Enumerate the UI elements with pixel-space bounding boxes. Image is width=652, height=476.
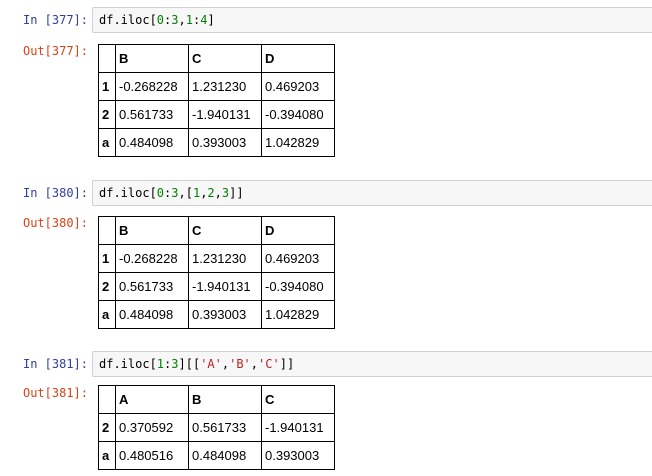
table-row: a 0.484098 0.393003 1.042829	[98, 128, 335, 157]
table-cell: -1.940131	[188, 272, 262, 301]
table-header-row: B C D	[98, 44, 335, 73]
output-prompt: Out[377]:	[22, 44, 88, 58]
row-index: a	[98, 300, 116, 329]
table-cell: 0.484098	[115, 300, 189, 329]
table-row: 2 0.370592 0.561733 -1.940131	[98, 413, 335, 442]
table-cell: 1.231230	[188, 72, 262, 101]
column-header: A	[115, 385, 189, 414]
table-cell: -0.394080	[261, 272, 335, 301]
table-cell: 0.469203	[261, 244, 335, 273]
column-header: D	[261, 44, 335, 73]
index-header	[98, 44, 116, 73]
table-cell: 0.393003	[188, 300, 262, 329]
row-index: 1	[98, 72, 116, 101]
table-row: a 0.480516 0.484098 0.393003	[98, 441, 335, 470]
row-index: a	[98, 128, 116, 157]
table-cell: 0.561733	[188, 413, 262, 442]
table-cell: -1.940131	[188, 100, 262, 129]
table-cell: -0.268228	[115, 72, 189, 101]
index-header	[98, 216, 116, 245]
table-cell: 1.231230	[188, 244, 262, 273]
table-row: 2 0.561733 -1.940131 -0.394080	[98, 272, 335, 301]
code-text: df.iloc[0:3,1:4]	[99, 13, 215, 27]
table-row: 1 -0.268228 1.231230 0.469203	[98, 244, 335, 273]
column-header: B	[115, 44, 189, 73]
table-cell: 1.042829	[261, 300, 335, 329]
code-text: df.iloc[1:3][['A','B','C']]	[99, 357, 295, 371]
column-header: D	[261, 216, 335, 245]
column-header: B	[188, 385, 262, 414]
dataframe-table: B C D 1 -0.268228 1.231230 0.469203 2 0.…	[98, 216, 335, 329]
table-cell: 0.480516	[115, 441, 189, 470]
table-cell: -0.394080	[261, 100, 335, 129]
row-index: 2	[98, 100, 116, 129]
code-input[interactable]: df.iloc[0:3,1:4]	[92, 7, 652, 33]
table-cell: 0.561733	[115, 272, 189, 301]
column-header: C	[188, 216, 262, 245]
column-header: C	[188, 44, 262, 73]
table-header-row: A B C	[98, 385, 335, 414]
dataframe-table: A B C 2 0.370592 0.561733 -1.940131 a 0.…	[98, 385, 335, 470]
table-cell: 0.393003	[188, 128, 262, 157]
table-header-row: B C D	[98, 216, 335, 245]
table-cell: 0.484098	[188, 441, 262, 470]
table-row: a 0.484098 0.393003 1.042829	[98, 300, 335, 329]
table-cell: -1.940131	[261, 413, 335, 442]
table-cell: 0.393003	[261, 441, 335, 470]
table-cell: 0.469203	[261, 72, 335, 101]
column-header: B	[115, 216, 189, 245]
output-prompt: Out[380]:	[22, 216, 88, 230]
table-cell: 0.561733	[115, 100, 189, 129]
input-prompt: In [377]:	[22, 13, 88, 27]
table-row: 1 -0.268228 1.231230 0.469203	[98, 72, 335, 101]
code-input[interactable]: df.iloc[1:3][['A','B','C']]	[92, 351, 652, 377]
row-index: a	[98, 441, 116, 470]
table-row: 2 0.561733 -1.940131 -0.394080	[98, 100, 335, 129]
table-cell: 0.370592	[115, 413, 189, 442]
code-input[interactable]: df.iloc[0:3,[1,2,3]]	[92, 180, 652, 206]
table-cell: 1.042829	[261, 128, 335, 157]
row-index: 2	[98, 413, 116, 442]
row-index: 2	[98, 272, 116, 301]
dataframe-table: B C D 1 -0.268228 1.231230 0.469203 2 0.…	[98, 44, 335, 157]
code-text: df.iloc[0:3,[1,2,3]]	[99, 186, 244, 200]
input-prompt: In [381]:	[22, 357, 88, 371]
input-prompt: In [380]:	[22, 186, 88, 200]
output-prompt: Out[381]:	[22, 386, 88, 400]
table-cell: -0.268228	[115, 244, 189, 273]
column-header: C	[261, 385, 335, 414]
index-header	[98, 385, 116, 414]
table-cell: 0.484098	[115, 128, 189, 157]
row-index: 1	[98, 244, 116, 273]
